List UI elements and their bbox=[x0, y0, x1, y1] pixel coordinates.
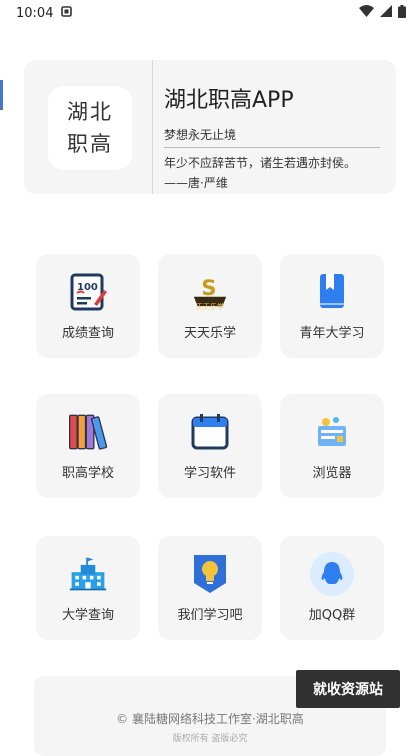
calendar-icon bbox=[190, 412, 230, 452]
slogan-underline bbox=[164, 147, 380, 148]
grid-item-label: 我们学习吧 bbox=[177, 608, 243, 623]
grid-item-label: 职高学校 bbox=[61, 466, 114, 481]
footer-subtext: 版权所有 盗版必究 bbox=[172, 734, 248, 744]
grid-item-label: 大学查询 bbox=[61, 608, 114, 623]
grid-item-study-software[interactable]: 学习软件 bbox=[158, 394, 262, 498]
app-logo: 湖北 职高 bbox=[48, 86, 132, 170]
app-slogan: 梦想永无止境 bbox=[164, 128, 237, 142]
grid-item-label: 学习软件 bbox=[183, 466, 236, 481]
battery-icon bbox=[398, 4, 406, 22]
quote-text: 年少不应辞苦节，诸生若遇亦封侯。 bbox=[164, 156, 357, 170]
grid-item-youth-study[interactable]: 青年大学习 bbox=[280, 254, 384, 358]
grid-item-label: 成绩查询 bbox=[61, 326, 114, 341]
books-icon bbox=[68, 412, 108, 452]
qq-penguin-icon bbox=[310, 552, 354, 596]
header-card: 湖北 职高 湖北职高APP 梦想永无止境 年少不应辞苦节，诸生若遇亦封侯。 ——… bbox=[24, 60, 396, 194]
svg-text:S: S bbox=[201, 276, 216, 300]
grid-item-score-query[interactable]: 100 成绩查询 bbox=[36, 254, 140, 358]
wifi-icon bbox=[359, 5, 374, 21]
footer-copyright: © 襄陆糖网络科技工作室·湖北职高 bbox=[116, 712, 304, 726]
quote-author: ——唐·严维 bbox=[164, 176, 228, 190]
daily-learn-badge: 天天乐学 bbox=[196, 303, 224, 311]
status-time: 10:04 bbox=[16, 5, 54, 21]
lightbulb-icon bbox=[190, 554, 230, 594]
score-report-icon: 100 bbox=[68, 272, 108, 312]
grid-item-label: 加QQ群 bbox=[308, 608, 356, 623]
status-bar: 10:04 bbox=[0, 0, 420, 26]
notification-icon bbox=[61, 5, 73, 21]
header-divider bbox=[152, 60, 153, 194]
university-building-icon bbox=[68, 554, 108, 594]
grid-item-vocational-school[interactable]: 职高学校 bbox=[36, 394, 140, 498]
bookmark-book-icon bbox=[312, 272, 352, 312]
app-title: 湖北职高APP bbox=[164, 88, 294, 113]
grid-item-label: 天天乐学 bbox=[183, 326, 236, 341]
grid-item-lets-study[interactable]: 我们学习吧 bbox=[158, 536, 262, 640]
watermark-badge: 就收资源站 bbox=[296, 670, 400, 708]
grid-item-daily-learn[interactable]: S 天天乐学 天天乐学 bbox=[158, 254, 262, 358]
grid-item-label: 浏览器 bbox=[312, 466, 352, 481]
grid-item-browser[interactable]: 浏览器 bbox=[280, 394, 384, 498]
left-edge-indicator bbox=[0, 80, 3, 110]
logo-text-line1: 湖北 bbox=[67, 100, 113, 124]
grid-item-join-qq-group[interactable]: 加QQ群 bbox=[280, 536, 384, 640]
signal-icon bbox=[380, 5, 392, 21]
browser-icon bbox=[312, 412, 352, 452]
logo-text-line2: 职高 bbox=[67, 132, 113, 156]
grid-item-label: 青年大学习 bbox=[299, 326, 365, 341]
grid-item-university-query[interactable]: 大学查询 bbox=[36, 536, 140, 640]
